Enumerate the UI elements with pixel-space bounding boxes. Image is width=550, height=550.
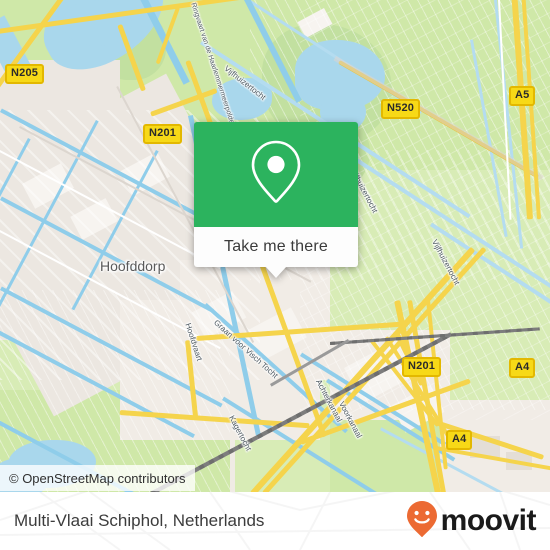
moovit-map-screenshot: Hoofddorp Ringvaart van de Haarlemmermee… — [0, 0, 550, 550]
road-shield-n205: N205 — [5, 64, 45, 84]
location-popup-card[interactable]: Take me there — [194, 122, 358, 278]
footer-place-title: Multi-Vlaai Schiphol, Netherlands — [14, 511, 265, 530]
popup-pointer-tail — [265, 266, 287, 278]
map-canvas[interactable]: Hoofddorp Ringvaart van de Haarlemmermee… — [0, 0, 550, 492]
take-me-there-button[interactable]: Take me there — [224, 238, 328, 256]
moovit-wordmark: moovit — [440, 504, 537, 537]
road-shield-n520: N520 — [381, 99, 421, 119]
map-attribution-bar: © OpenStreetMap contributors — [0, 465, 195, 491]
popup-footer[interactable]: Take me there — [194, 227, 358, 278]
map-pin-icon — [248, 138, 304, 211]
moovit-logo[interactable]: moovit — [406, 500, 537, 543]
road-shield-n201: N201 — [143, 124, 183, 144]
road-shield-a5: A5 — [509, 86, 536, 106]
attribution-text[interactable]: © OpenStreetMap contributors — [9, 471, 186, 486]
road-shield-a4: A4 — [509, 358, 536, 378]
footer-bar: Multi-Vlaai Schiphol, Netherlands moovit — [0, 492, 550, 550]
map-label-hoofddorp: Hoofddorp — [100, 258, 166, 274]
road-shield-n201: N201 — [402, 357, 442, 377]
footer-content: Multi-Vlaai Schiphol, Netherlands moovit — [0, 492, 550, 550]
road-shield-a4: A4 — [446, 430, 473, 450]
moovit-pin-smile-icon — [406, 500, 438, 543]
popup-header — [194, 122, 358, 227]
